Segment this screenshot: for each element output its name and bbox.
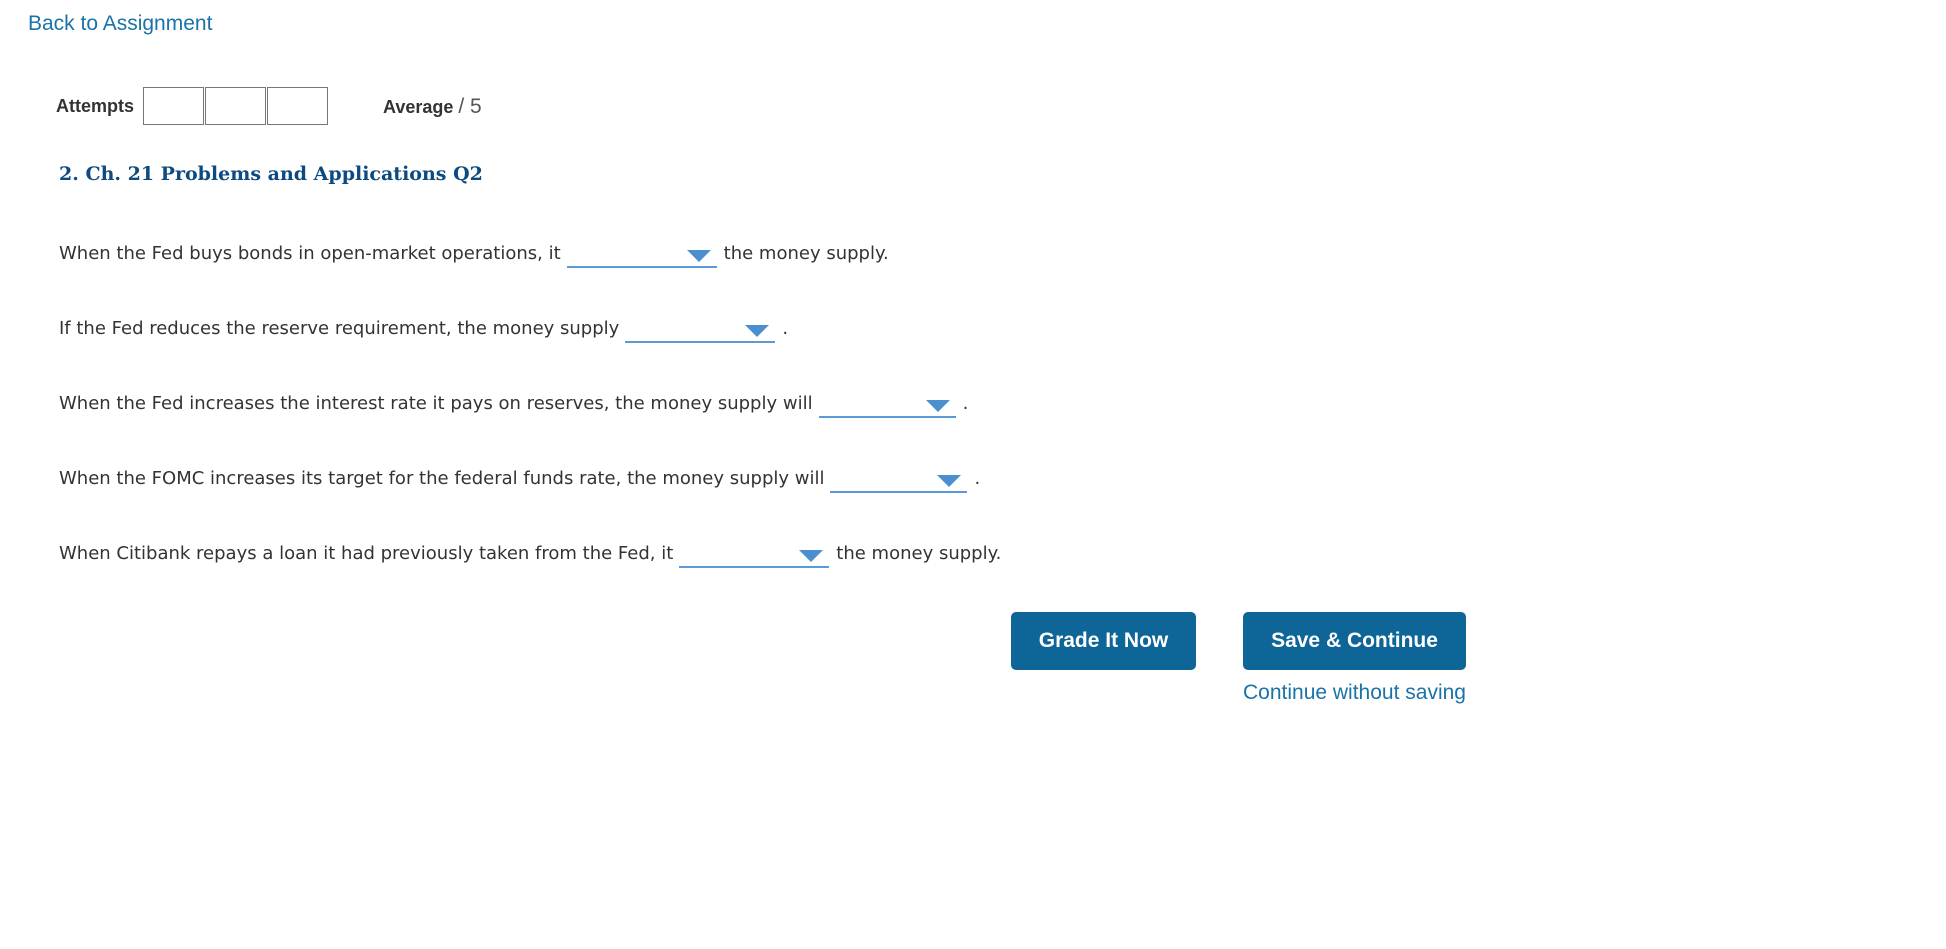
attempt-box-1 xyxy=(143,87,204,125)
average-value: / 5 xyxy=(458,95,482,118)
statement-1-suffix: the money supply. xyxy=(723,243,889,264)
caret-down-icon xyxy=(686,250,711,262)
statement-5: When Citibank repays a loan it had previ… xyxy=(59,540,1002,568)
statement-3-suffix: . xyxy=(962,393,969,414)
caret-down-icon xyxy=(745,325,770,337)
average-label: Average xyxy=(383,97,454,117)
statement-4-text: When the FOMC increases its target for t… xyxy=(59,468,825,489)
statement-5-suffix: the money supply. xyxy=(836,543,1002,564)
statement-1-text: When the Fed buys bonds in open-market o… xyxy=(59,243,561,264)
attempt-boxes xyxy=(143,87,328,125)
attempt-box-2 xyxy=(205,87,266,125)
statement-2-suffix: . xyxy=(782,318,789,339)
statement-1: When the Fed buys bonds in open-market o… xyxy=(59,240,889,268)
statement-4-suffix: . xyxy=(974,468,981,489)
answer-dropdown-1[interactable] xyxy=(566,244,717,268)
answer-dropdown-5[interactable] xyxy=(679,544,830,568)
statement-2: If the Fed reduces the reserve requireme… xyxy=(59,315,789,343)
save-and-continue-button[interactable]: Save & Continue xyxy=(1243,612,1466,670)
average-score: Average / 5 xyxy=(383,95,482,119)
caret-down-icon xyxy=(799,550,824,562)
statement-2-text: If the Fed reduces the reserve requireme… xyxy=(59,318,620,339)
statement-3: When the Fed increases the interest rate… xyxy=(59,390,969,418)
caret-down-icon xyxy=(925,400,950,412)
statement-5-text: When Citibank repays a loan it had previ… xyxy=(59,543,674,564)
statement-4: When the FOMC increases its target for t… xyxy=(59,465,981,493)
answer-dropdown-2[interactable] xyxy=(625,319,776,343)
attempt-box-3 xyxy=(267,87,328,125)
statement-3-text: When the Fed increases the interest rate… xyxy=(59,393,813,414)
continue-without-saving-link[interactable]: Continue without saving xyxy=(1243,681,1466,705)
answer-dropdown-3[interactable] xyxy=(818,394,956,418)
question-title: 2. Ch. 21 Problems and Applications Q2 xyxy=(59,163,483,185)
back-to-assignment-link[interactable]: Back to Assignment xyxy=(28,12,212,36)
attempts-label: Attempts xyxy=(56,96,135,116)
grade-it-now-button[interactable]: Grade It Now xyxy=(1011,612,1196,670)
answer-dropdown-4[interactable] xyxy=(830,469,968,493)
caret-down-icon xyxy=(937,475,962,487)
